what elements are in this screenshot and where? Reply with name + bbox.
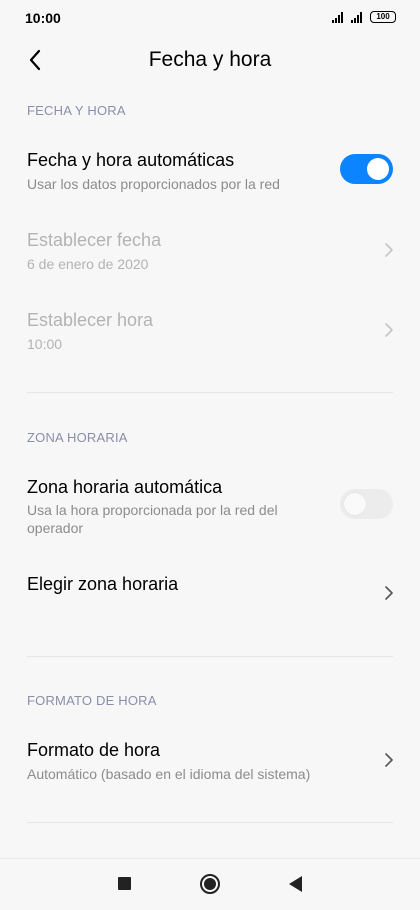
page-title: Fecha y hora (148, 48, 272, 71)
auto-date-time-toggle[interactable] (340, 154, 393, 184)
status-bar: 10:00 100 (0, 0, 420, 36)
set-date-row: Establecer fecha 6 de enero de 2020 (0, 230, 420, 280)
home-icon[interactable] (200, 874, 220, 894)
status-time: 10:00 (25, 10, 61, 26)
set-time-title: Establecer hora (27, 310, 154, 330)
back-triangle-icon[interactable] (289, 876, 302, 892)
chevron-right-icon (385, 586, 393, 600)
signal-icon-2 (351, 12, 362, 23)
time-format-row[interactable]: Formato de hora Automático (basado en el… (0, 740, 420, 790)
auto-time-zone-title: Zona horaria automática (27, 477, 223, 497)
choose-time-zone-row[interactable]: Elegir zona horaria (0, 574, 420, 614)
auto-time-zone-subtitle: Usa la hora proporcionada por la red del… (27, 502, 278, 536)
section-label-time-format: FORMATO DE HORA (27, 693, 157, 708)
chevron-right-icon (385, 753, 393, 767)
header: Fecha y hora (0, 40, 420, 80)
chevron-right-icon (385, 323, 393, 337)
battery-icon: 100 (370, 11, 396, 23)
toggle-knob (367, 158, 389, 180)
status-icons: 100 (332, 11, 396, 23)
auto-date-time-subtitle: Usar los datos proporcionados por la red (27, 176, 280, 192)
signal-icon (332, 12, 343, 23)
recents-icon[interactable] (118, 877, 131, 890)
set-time-row: Establecer hora 10:00 (0, 310, 420, 360)
choose-time-zone-title: Elegir zona horaria (27, 574, 179, 594)
auto-date-time-row[interactable]: Fecha y hora automáticas Usar los datos … (0, 150, 420, 200)
auto-time-zone-toggle[interactable] (340, 489, 393, 519)
section-label-date-time: FECHA Y HORA (27, 103, 126, 118)
divider (27, 392, 393, 393)
auto-date-time-title: Fecha y hora automáticas (27, 150, 235, 170)
auto-time-zone-row[interactable]: Zona horaria automática Usa la hora prop… (0, 477, 420, 539)
divider (27, 822, 393, 823)
navigation-bar (0, 858, 420, 910)
time-format-title: Formato de hora (27, 740, 161, 760)
divider (27, 656, 393, 657)
time-format-value: Automático (basado en el idioma del sist… (27, 766, 311, 782)
set-date-title: Establecer fecha (27, 230, 162, 250)
set-date-value: 6 de enero de 2020 (27, 256, 149, 272)
chevron-right-icon (385, 243, 393, 257)
toggle-knob (344, 493, 366, 515)
set-time-value: 10:00 (27, 336, 63, 352)
section-label-time-zone: ZONA HORARIA (27, 430, 128, 445)
